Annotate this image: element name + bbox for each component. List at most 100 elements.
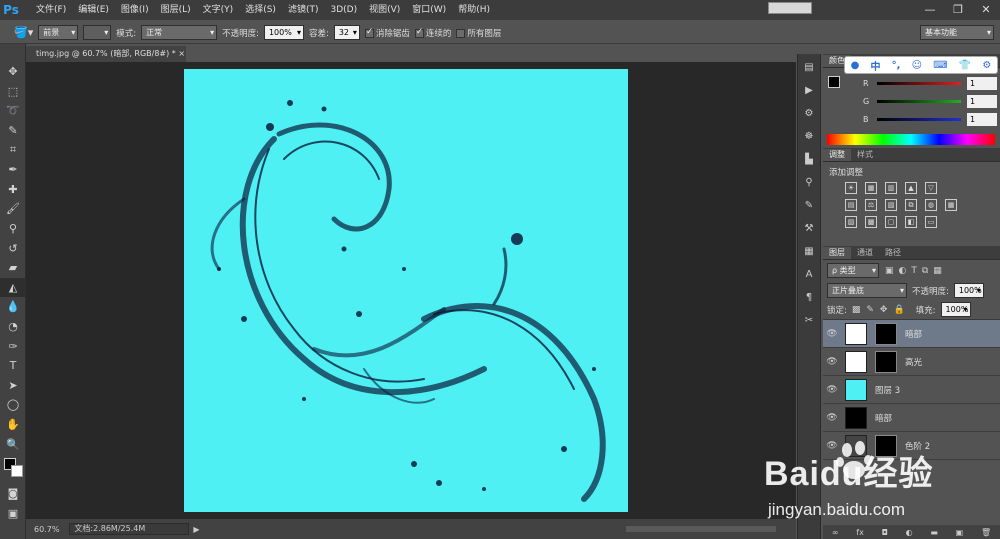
curves-icon[interactable]: ▥: [885, 182, 897, 194]
red-track[interactable]: [877, 81, 961, 85]
workspace-select[interactable]: 基本功能: [920, 25, 994, 40]
skin-icon[interactable]: 👕: [959, 60, 971, 71]
green-slider[interactable]: G 1: [863, 94, 997, 108]
visibility-eye-icon[interactable]: 👁: [823, 413, 841, 423]
layer-row[interactable]: 👁 高光: [823, 348, 1000, 376]
color-balance-icon[interactable]: ⚖: [865, 199, 877, 211]
blur-tool-icon[interactable]: 💧: [0, 297, 26, 317]
visibility-eye-icon[interactable]: 👁: [823, 357, 841, 367]
clone-source-panel-icon[interactable]: ⚲: [798, 172, 820, 192]
tab-layers[interactable]: 图层: [823, 247, 851, 259]
layer-thumbnail[interactable]: [845, 378, 867, 401]
quick-select-tool-icon[interactable]: ✎: [0, 121, 26, 141]
gradient-map-icon[interactable]: ◧: [905, 216, 917, 228]
layer-filter-select[interactable]: ρ 类型: [827, 263, 879, 278]
color-spectrum[interactable]: [827, 134, 995, 145]
properties-panel-icon[interactable]: ▦: [798, 241, 820, 261]
chinese-mode-icon[interactable]: 中: [870, 58, 880, 73]
layer-name[interactable]: 图层 3: [875, 384, 900, 396]
hue-sat-icon[interactable]: ▤: [845, 199, 857, 211]
paragraph-panel-icon[interactable]: ¶: [798, 287, 820, 307]
vibrance-icon[interactable]: ▽: [925, 182, 937, 194]
menu-image[interactable]: 图像(I): [115, 0, 155, 20]
menu-3d[interactable]: 3D(D): [324, 0, 363, 20]
menu-select[interactable]: 选择(S): [239, 0, 282, 20]
eyedropper-tool-icon[interactable]: ✒: [0, 160, 26, 180]
blue-value[interactable]: 1: [967, 112, 997, 126]
opacity-input[interactable]: 100%: [263, 25, 304, 40]
layer-name[interactable]: 高光: [905, 356, 922, 368]
levels-icon[interactable]: ▦: [865, 182, 877, 194]
layer-thumbnail[interactable]: [845, 322, 867, 345]
emoji-icon[interactable]: ☺: [912, 60, 922, 71]
menu-type[interactable]: 文字(Y): [197, 0, 240, 20]
layer-row[interactable]: 👁 图层 3: [823, 376, 1000, 404]
channel-mixer-icon[interactable]: ◍: [925, 199, 937, 211]
green-value[interactable]: 1: [967, 94, 997, 108]
visibility-eye-icon[interactable]: 👁: [823, 329, 841, 339]
healing-brush-tool-icon[interactable]: ✚: [0, 180, 26, 200]
lock-icons[interactable]: ▩✎✥🔒: [852, 305, 911, 315]
menu-filter[interactable]: 滤镜(T): [282, 0, 325, 20]
history-panel-icon[interactable]: ▤: [798, 57, 820, 77]
tolerance-input[interactable]: 32: [333, 25, 360, 40]
selective-color-icon[interactable]: ▭: [925, 216, 937, 228]
tools-settings-icon[interactable]: ✂: [798, 310, 820, 330]
brightness-icon[interactable]: ☀: [845, 182, 857, 194]
history-brush-tool-icon[interactable]: ↺: [0, 238, 26, 258]
dodge-tool-icon[interactable]: ◔: [0, 317, 26, 337]
quick-mask-icon[interactable]: ◙: [0, 484, 26, 504]
layer-row[interactable]: 👁 暗部: [823, 320, 1000, 348]
tool-presets-icon[interactable]: ⚒: [798, 218, 820, 238]
keyboard-icon[interactable]: ⌨: [933, 60, 947, 71]
green-track[interactable]: [877, 99, 961, 103]
fill-input[interactable]: 100%: [940, 302, 971, 317]
blue-slider[interactable]: B 1: [863, 112, 997, 126]
threshold-icon[interactable]: ▢: [885, 216, 897, 228]
type-tool-icon[interactable]: T: [0, 356, 26, 376]
settings-icon[interactable]: ⚙: [982, 60, 991, 71]
posterize-icon[interactable]: ▩: [865, 216, 877, 228]
blue-track[interactable]: [877, 117, 961, 121]
close-tab-icon[interactable]: ×: [178, 49, 185, 58]
clone-stamp-tool-icon[interactable]: ⚲: [0, 219, 26, 239]
red-value[interactable]: 1: [967, 76, 997, 90]
menu-help[interactable]: 帮助(H): [452, 0, 496, 20]
path-select-tool-icon[interactable]: ➤: [0, 376, 26, 396]
sogou-logo-icon[interactable]: ●: [851, 60, 860, 71]
red-slider[interactable]: R 1: [863, 76, 997, 90]
eraser-tool-icon[interactable]: ▰: [0, 258, 26, 278]
crop-tool-icon[interactable]: ⌗: [0, 140, 26, 160]
layer-thumbnail[interactable]: [845, 406, 867, 429]
contiguous-checkbox[interactable]: 连续的: [414, 27, 451, 39]
brush-presets-icon[interactable]: ✎: [798, 195, 820, 215]
histogram-panel-icon[interactable]: ☸: [798, 126, 820, 146]
layer-row[interactable]: 👁 暗部: [823, 404, 1000, 432]
punctuation-icon[interactable]: °,: [892, 60, 901, 71]
blend-mode-select[interactable]: 正片叠底: [827, 283, 907, 298]
hand-tool-icon[interactable]: ✋: [0, 415, 26, 435]
pen-tool-icon[interactable]: ✑: [0, 336, 26, 356]
menu-layer[interactable]: 图层(L): [155, 0, 197, 20]
lasso-tool-icon[interactable]: ➰: [0, 101, 26, 121]
antialias-checkbox[interactable]: 消除锯齿: [364, 27, 410, 39]
minimize-button[interactable]: —: [916, 0, 944, 18]
visibility-eye-icon[interactable]: 👁: [823, 385, 841, 395]
tab-channels[interactable]: 通道: [851, 247, 879, 259]
layer-name[interactable]: 暗部: [905, 328, 922, 340]
move-tool-icon[interactable]: ✥: [0, 62, 26, 82]
character-panel-icon[interactable]: A: [798, 264, 820, 284]
brush-tool-icon[interactable]: 🖌: [0, 199, 26, 219]
menu-view[interactable]: 视图(V): [363, 0, 406, 20]
zoom-tool-icon[interactable]: 🔍: [0, 434, 26, 454]
invert-icon[interactable]: ▨: [845, 216, 857, 228]
paint-bucket-icon[interactable]: 🪣▾: [14, 26, 33, 39]
menu-file[interactable]: 文件(F): [30, 0, 72, 20]
shape-tool-icon[interactable]: ◯: [0, 395, 26, 415]
background-color-swatch[interactable]: [11, 464, 23, 477]
layer-mask-thumbnail[interactable]: [875, 322, 897, 345]
paint-bucket-tool-icon[interactable]: ◭: [0, 277, 26, 298]
menu-window[interactable]: 窗口(W): [406, 0, 452, 20]
exposure-icon[interactable]: ▲: [905, 182, 917, 194]
filter-icons[interactable]: ▣◐T⧉▦: [885, 266, 947, 276]
